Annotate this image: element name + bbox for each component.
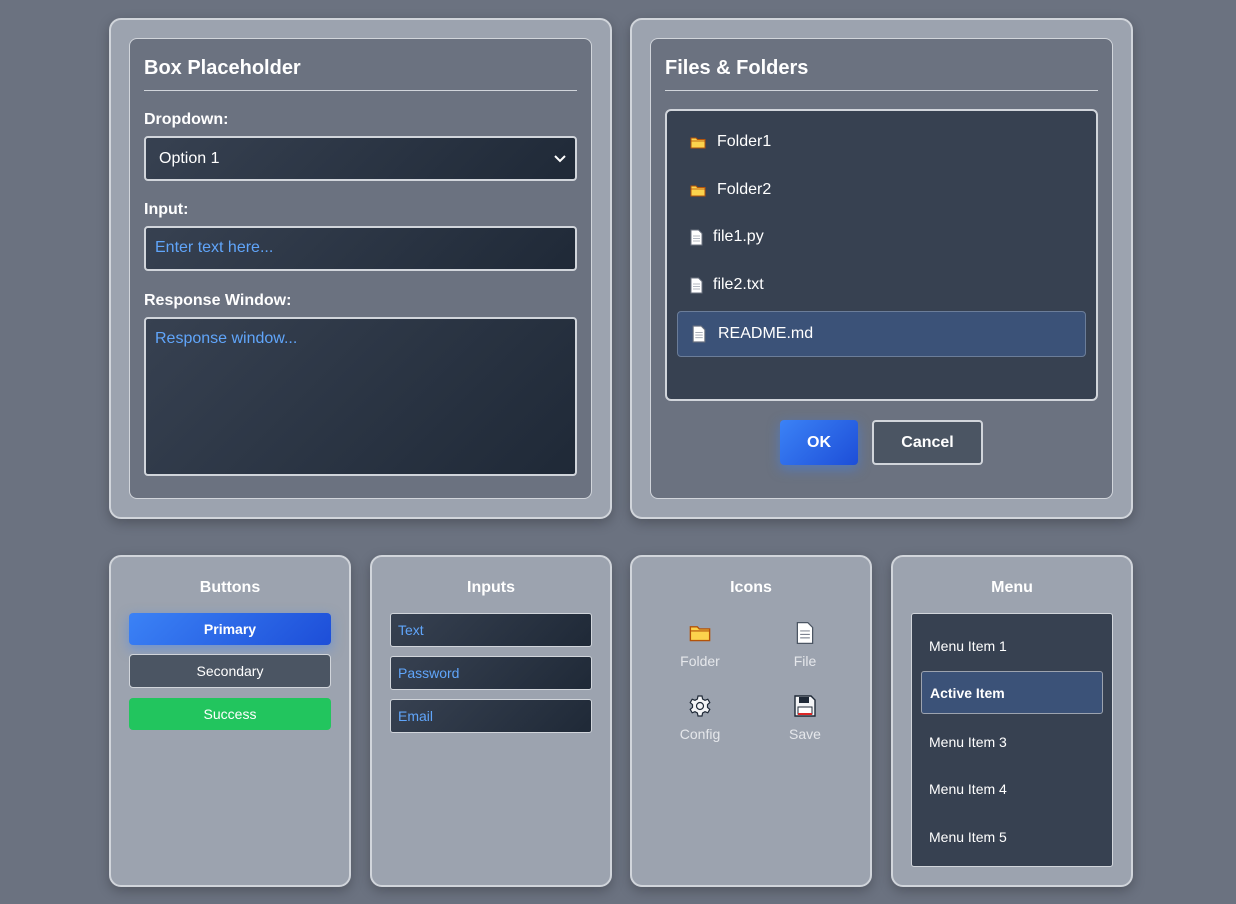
icon-label: Folder [680,653,720,669]
response-textarea[interactable]: Response window... [144,317,577,476]
folder-icon [665,621,735,645]
file-icon [689,276,704,294]
file-item-label: Folder2 [717,181,772,198]
response-window-label: Response Window: [144,292,292,309]
file-list: Folder1 Folder2 file1.py file2.txt READM… [665,109,1098,401]
password-field[interactable]: Password [390,656,592,690]
inputs-panel-title: Inputs [467,579,515,596]
menu-item-5[interactable]: Menu Item 5 [921,815,1103,858]
file-item-folder1[interactable]: Folder1 [677,119,1086,165]
file-icon [690,325,708,343]
icons-panel: Icons Folder File Config Save [630,555,872,887]
menu-item-1[interactable]: Menu Item 1 [921,624,1103,667]
file-icon [689,228,704,246]
dropdown-select[interactable]: Option 1 [144,136,577,181]
file-item-label: Folder1 [717,133,772,150]
file-item-label: file1.py [713,228,764,245]
text-field-placeholder: Text [398,622,424,638]
icon-cell-save[interactable]: Save [770,694,840,742]
icon-label: File [793,653,817,669]
email-field-placeholder: Email [398,708,434,724]
file-icon [770,621,840,645]
file-item-label: file2.txt [713,276,764,293]
menu-item-4[interactable]: Menu Item 4 [921,767,1103,810]
folder-icon [689,181,707,199]
ok-button[interactable]: OK [780,420,858,465]
dropdown-value: Option 1 [159,150,220,167]
files-folders-title: Files & Folders [665,57,1098,91]
buttons-panel: Buttons Primary Secondary Success [109,555,351,887]
menu-panel: Menu Menu Item 1 Active Item Menu Item 3… [891,555,1133,887]
inputs-panel: Inputs Text Password Email [370,555,612,887]
box-placeholder-title: Box Placeholder [144,57,577,91]
file-item-file1[interactable]: file1.py [677,214,1086,260]
text-field[interactable]: Text [390,613,592,647]
email-field[interactable]: Email [390,699,592,733]
gear-icon [665,694,735,718]
menu-item-active[interactable]: Active Item [921,671,1103,714]
icon-cell-folder[interactable]: Folder [665,621,735,669]
primary-button[interactable]: Primary [129,613,331,645]
icon-cell-config[interactable]: Config [665,694,735,742]
response-placeholder: Response window... [155,330,298,347]
icon-cell-file[interactable]: File [770,621,840,669]
box-placeholder-panel: Box Placeholder Dropdown: Option 1 Input… [109,18,612,519]
files-folders-panel: Files & Folders Folder1 Folder2 file1.py [630,18,1133,519]
menu-item-3[interactable]: Menu Item 3 [921,720,1103,763]
floppy-disk-icon [770,694,840,718]
password-field-placeholder: Password [398,665,460,681]
secondary-button[interactable]: Secondary [129,654,331,688]
text-input-placeholder: Enter text here... [155,239,274,256]
success-button[interactable]: Success [129,698,331,730]
file-item-file2[interactable]: file2.txt [677,262,1086,308]
text-input[interactable]: Enter text here... [144,226,577,271]
chevron-down-icon [554,155,566,163]
input-label: Input: [144,201,189,218]
icon-label: Save [789,726,821,742]
menu-panel-title: Menu [991,579,1033,596]
folder-icon [689,133,707,151]
cancel-button[interactable]: Cancel [872,420,983,465]
files-folders-inner: Files & Folders Folder1 Folder2 file1.py [650,38,1113,499]
icon-label: Config [679,726,721,742]
file-item-readme[interactable]: README.md [677,311,1086,357]
buttons-panel-title: Buttons [199,579,261,596]
icons-panel-title: Icons [730,579,772,596]
file-item-label: README.md [718,325,814,342]
menu-list: Menu Item 1 Active Item Menu Item 3 Menu… [911,613,1113,867]
dropdown-label: Dropdown: [144,111,229,128]
file-item-folder2[interactable]: Folder2 [677,167,1086,213]
box-placeholder-inner: Box Placeholder Dropdown: Option 1 Input… [129,38,592,499]
